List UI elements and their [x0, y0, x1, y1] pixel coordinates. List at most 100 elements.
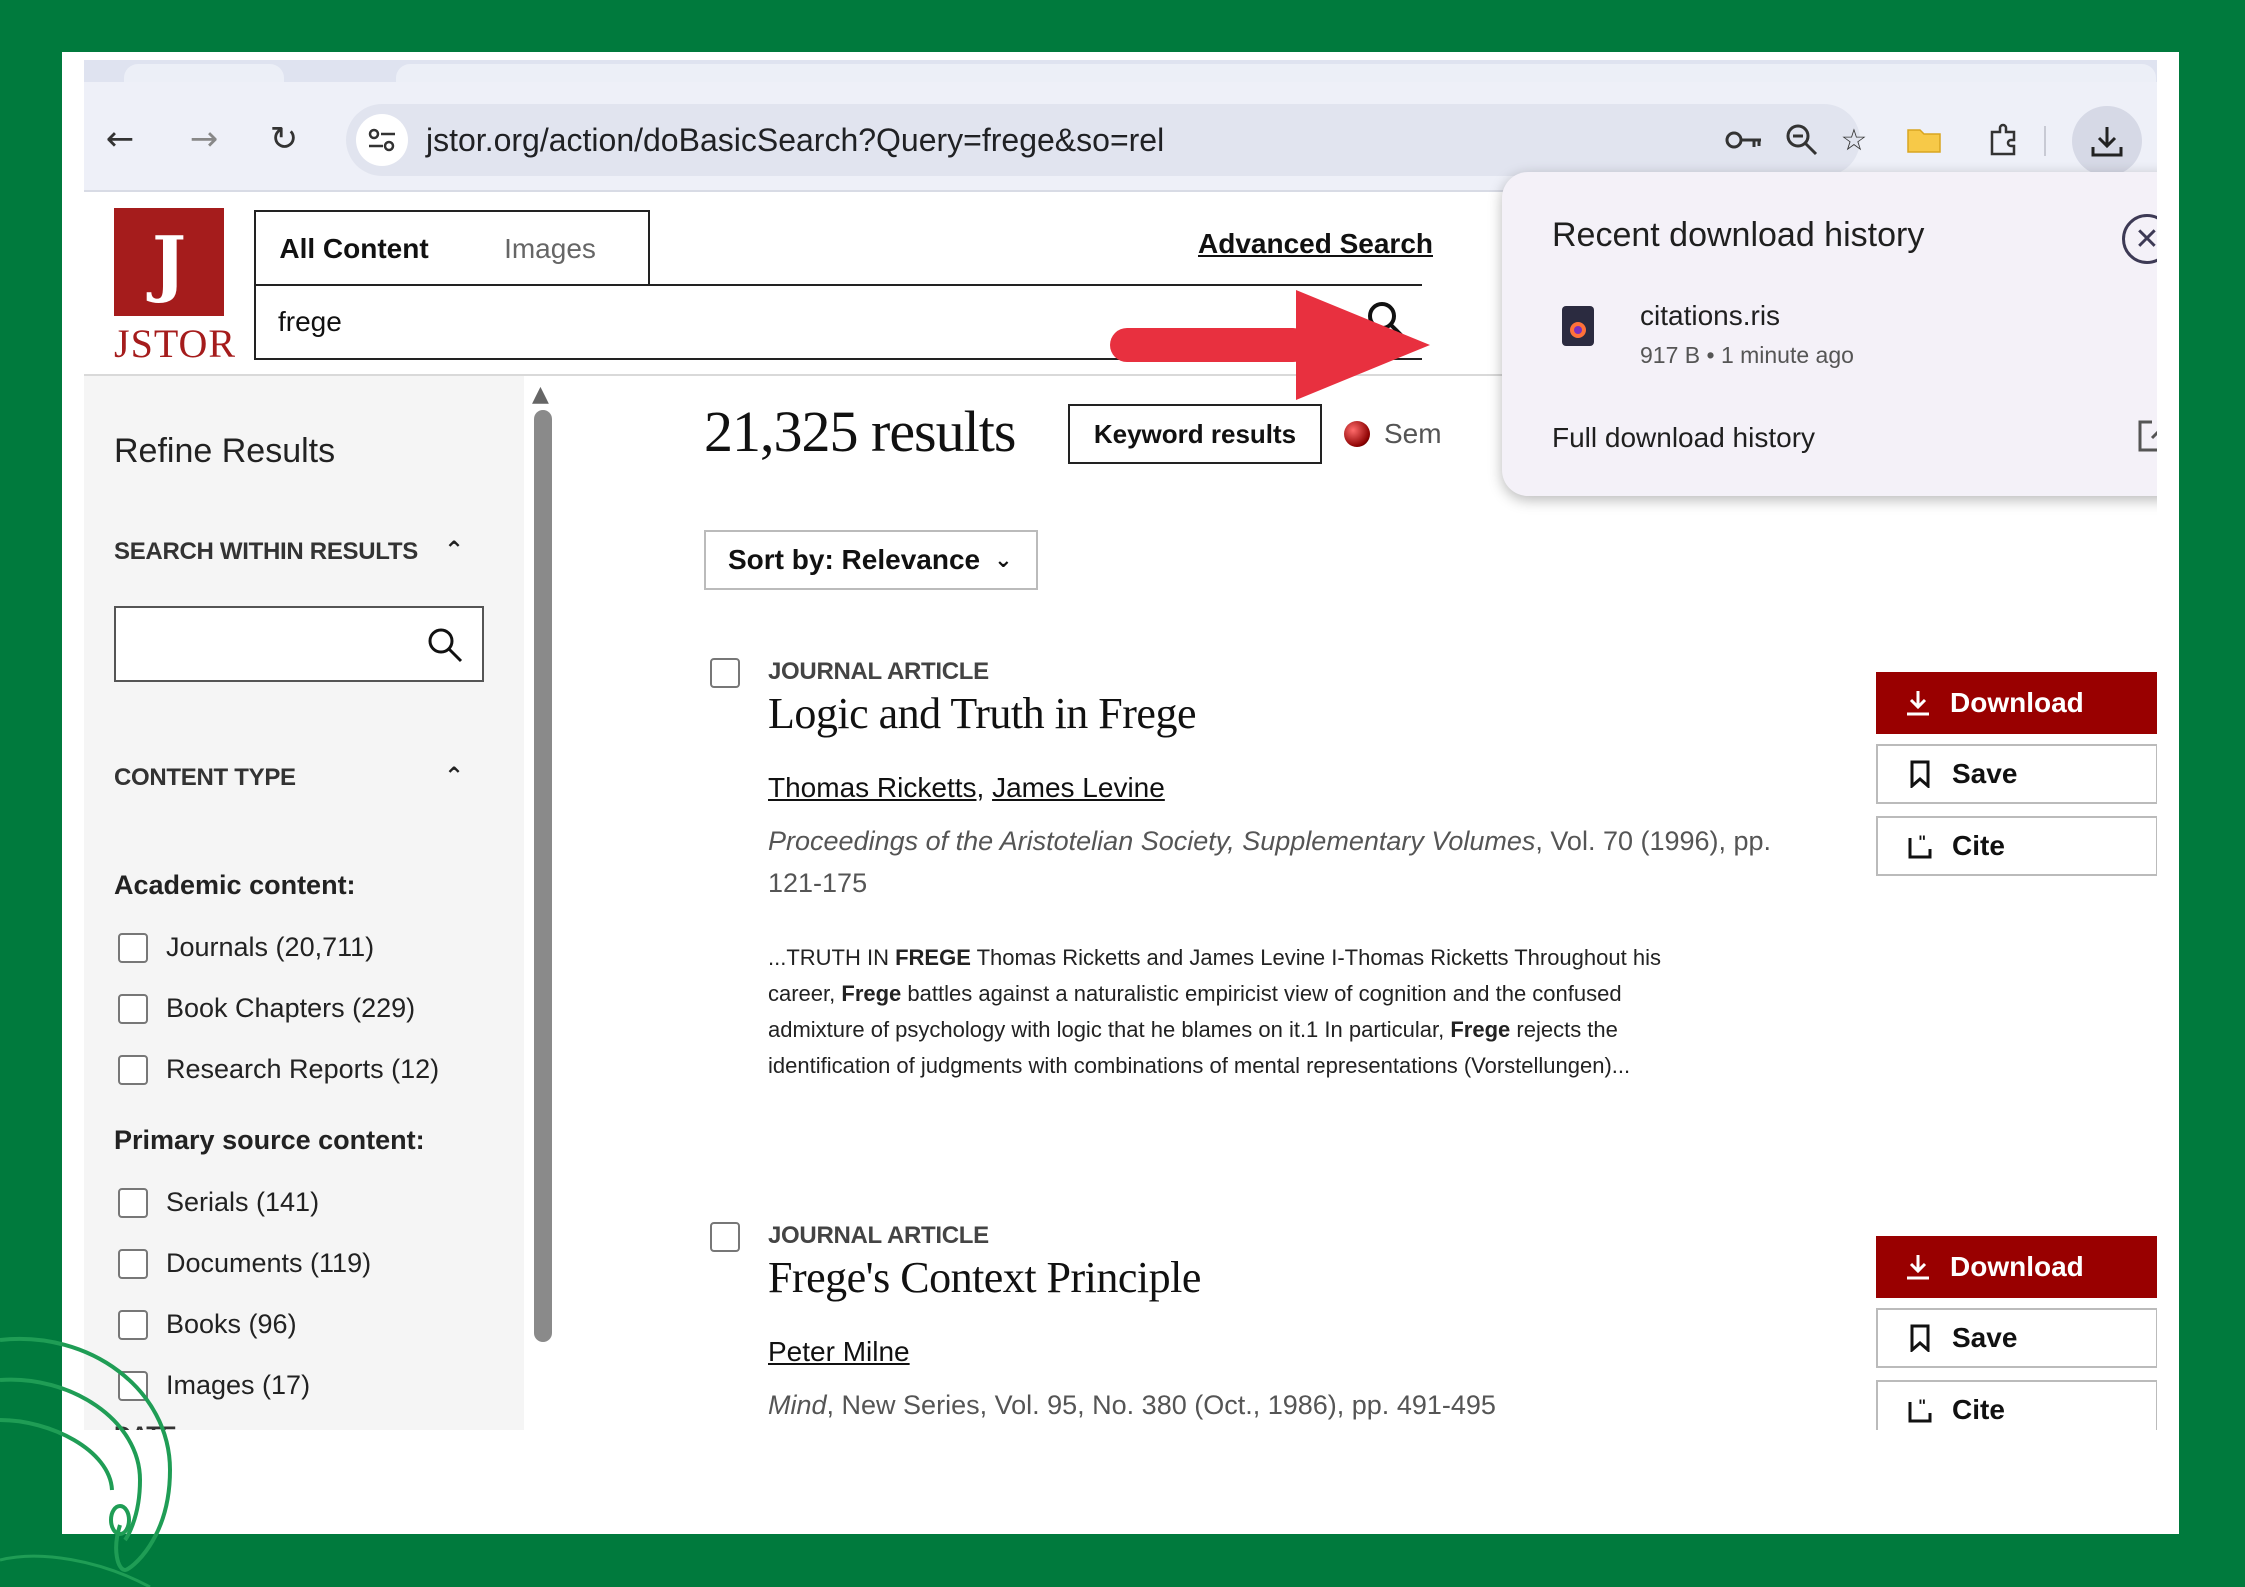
tab-strip — [84, 60, 2157, 82]
save-label: Save — [1952, 1322, 2018, 1353]
result-title[interactable]: Frege's Context Principle — [768, 1252, 1201, 1303]
downloaded-file-name[interactable]: citations.ris — [1640, 300, 1780, 332]
save-button[interactable]: Save — [1876, 1308, 2157, 1368]
checkbox[interactable] — [118, 1248, 148, 1279]
result-select-checkbox[interactable] — [710, 1222, 740, 1252]
reload-icon[interactable]: ↻ — [262, 117, 306, 161]
browser-window: ← → ↻ jstor.org/action/doBasicSearch?Que… — [84, 60, 2157, 1430]
result-title[interactable]: Logic and Truth in Frege — [768, 688, 1196, 739]
result-type: JOURNAL ARTICLE — [768, 1222, 989, 1249]
facet-journals[interactable]: Journals (20,711) — [118, 932, 374, 963]
external-link-icon[interactable] — [2134, 416, 2157, 456]
chevron-up-icon[interactable]: ⌃ — [444, 536, 464, 564]
result-authors: Peter Milne — [768, 1336, 910, 1368]
tab-pill-active[interactable] — [396, 64, 2156, 82]
svg-text:": " — [1918, 1396, 1926, 1415]
download-icon — [1904, 1253, 1932, 1281]
snippet-keyword: FREGE — [895, 945, 971, 970]
bookmark-icon — [1906, 760, 1934, 788]
advanced-search-link[interactable]: Advanced Search — [1198, 228, 1433, 260]
search-within-heading[interactable]: SEARCH WITHIN RESULTS — [114, 538, 418, 566]
snippet-keyword: Frege — [841, 981, 902, 1006]
refine-sidebar: Refine Results SEARCH WITHIN RESULTS ⌃ C… — [84, 376, 524, 1430]
checkbox[interactable] — [118, 993, 148, 1024]
tab-pill[interactable] — [124, 64, 284, 82]
download-button[interactable]: Download — [1876, 672, 2157, 734]
keyword-results-button[interactable]: Keyword results — [1068, 404, 1322, 464]
svg-text:": " — [1918, 832, 1926, 851]
download-label: Download — [1950, 1251, 2084, 1282]
semantic-results-toggle[interactable]: Sem — [1344, 418, 1442, 450]
facet-label: Journals (20,711) — [166, 932, 375, 962]
download-label: Download — [1950, 687, 2084, 718]
result-select-checkbox[interactable] — [710, 658, 740, 688]
site-info-tune-icon[interactable] — [356, 114, 408, 166]
facet-serials[interactable]: Serials (141) — [118, 1187, 319, 1218]
search-icon[interactable] — [426, 626, 464, 664]
chevron-down-icon: ⌄ — [994, 547, 1013, 573]
author-link[interactable]: Peter Milne — [768, 1336, 910, 1367]
author-link[interactable]: Thomas Ricketts — [768, 772, 977, 803]
file-icon — [1562, 306, 1594, 346]
close-icon[interactable]: ✕ — [2122, 214, 2157, 264]
jstor-logo[interactable]: J JSTOR — [114, 208, 235, 368]
semantic-dot-icon — [1344, 421, 1370, 447]
scroll-up-arrow-icon[interactable]: ▲ — [532, 382, 549, 407]
cite-button[interactable]: " Cite — [1876, 1380, 2157, 1430]
checkbox[interactable] — [118, 1187, 148, 1218]
extensions-icon[interactable] — [1982, 118, 2026, 162]
star-icon[interactable]: ☆ — [1834, 120, 1874, 160]
facet-research-reports[interactable]: Research Reports (12) — [118, 1054, 439, 1085]
decorative-swirl — [0, 1336, 173, 1587]
result-type: JOURNAL ARTICLE — [768, 658, 989, 685]
facet-label: Documents (119) — [166, 1248, 372, 1278]
download-button[interactable]: Download — [1876, 1236, 2157, 1298]
sort-label: Sort by: Relevance — [728, 544, 981, 575]
checkbox[interactable] — [118, 932, 148, 963]
downloaded-file-meta: 917 B • 1 minute ago — [1640, 342, 1854, 368]
scrollbar-thumb[interactable] — [534, 410, 552, 1342]
sort-dropdown[interactable]: Sort by: Relevance ⌄ — [704, 530, 1038, 590]
result-journal: Mind, New Series, Vol. 95, No. 380 (Oct.… — [768, 1384, 1808, 1426]
forward-icon[interactable]: → — [182, 117, 226, 161]
full-download-history-link[interactable]: Full download history — [1552, 422, 1815, 454]
tab-all-content[interactable]: All Content — [254, 210, 454, 286]
popup-title: Recent download history — [1552, 216, 1925, 254]
content-type-heading[interactable]: CONTENT TYPE — [114, 764, 296, 792]
address-bar[interactable]: jstor.org/action/doBasicSearch?Query=fre… — [346, 104, 1867, 176]
cite-icon: " — [1906, 832, 1934, 860]
folder-icon[interactable] — [1902, 118, 1946, 162]
facet-label: Book Chapters (229) — [166, 993, 416, 1023]
result-snippet: ...TRUTH IN FREGE Thomas Ricketts and Ja… — [768, 945, 1661, 1078]
download-history-popup: Recent download history ✕ citations.ris … — [1502, 172, 2157, 496]
toolbar-divider — [2044, 126, 2046, 156]
checkbox[interactable] — [118, 1054, 148, 1085]
journal-name[interactable]: Mind — [768, 1390, 827, 1420]
chevron-up-icon[interactable]: ⌃ — [444, 762, 464, 790]
download-icon[interactable] — [2072, 106, 2142, 176]
save-button[interactable]: Save — [1876, 744, 2157, 804]
zoom-icon[interactable] — [1782, 120, 1822, 160]
key-icon[interactable] — [1724, 120, 1764, 160]
chevron-down-icon[interactable]: ⌄ — [444, 1416, 464, 1430]
refine-results-heading: Refine Results — [114, 432, 336, 470]
back-icon[interactable]: ← — [98, 117, 142, 161]
facet-label: Research Reports (12) — [166, 1054, 440, 1084]
jstor-logo-mark: J — [114, 208, 224, 316]
results-count: 21,325 results — [704, 399, 1016, 464]
cite-icon: " — [1906, 1396, 1934, 1424]
tab-images[interactable]: Images — [452, 210, 650, 286]
search-within-input[interactable] — [114, 606, 484, 682]
result-journal: Proceedings of the Aristotelian Society,… — [768, 820, 1808, 904]
journal-name[interactable]: Proceedings of the Aristotelian Society,… — [768, 826, 1535, 856]
facet-documents[interactable]: Documents (119) — [118, 1248, 371, 1279]
author-link[interactable]: James Levine — [992, 772, 1165, 803]
url-text[interactable]: jstor.org/action/doBasicSearch?Query=fre… — [426, 122, 1164, 159]
screenshot-frame: ← → ↻ jstor.org/action/doBasicSearch?Que… — [62, 52, 2179, 1534]
cite-label: Cite — [1952, 1394, 2005, 1425]
facet-book-chapters[interactable]: Book Chapters (229) — [118, 993, 415, 1024]
cite-button[interactable]: " Cite — [1876, 816, 2157, 876]
primary-source-label: Primary source content: — [114, 1125, 425, 1155]
save-label: Save — [1952, 758, 2018, 789]
bookmark-icon — [1906, 1324, 1934, 1352]
